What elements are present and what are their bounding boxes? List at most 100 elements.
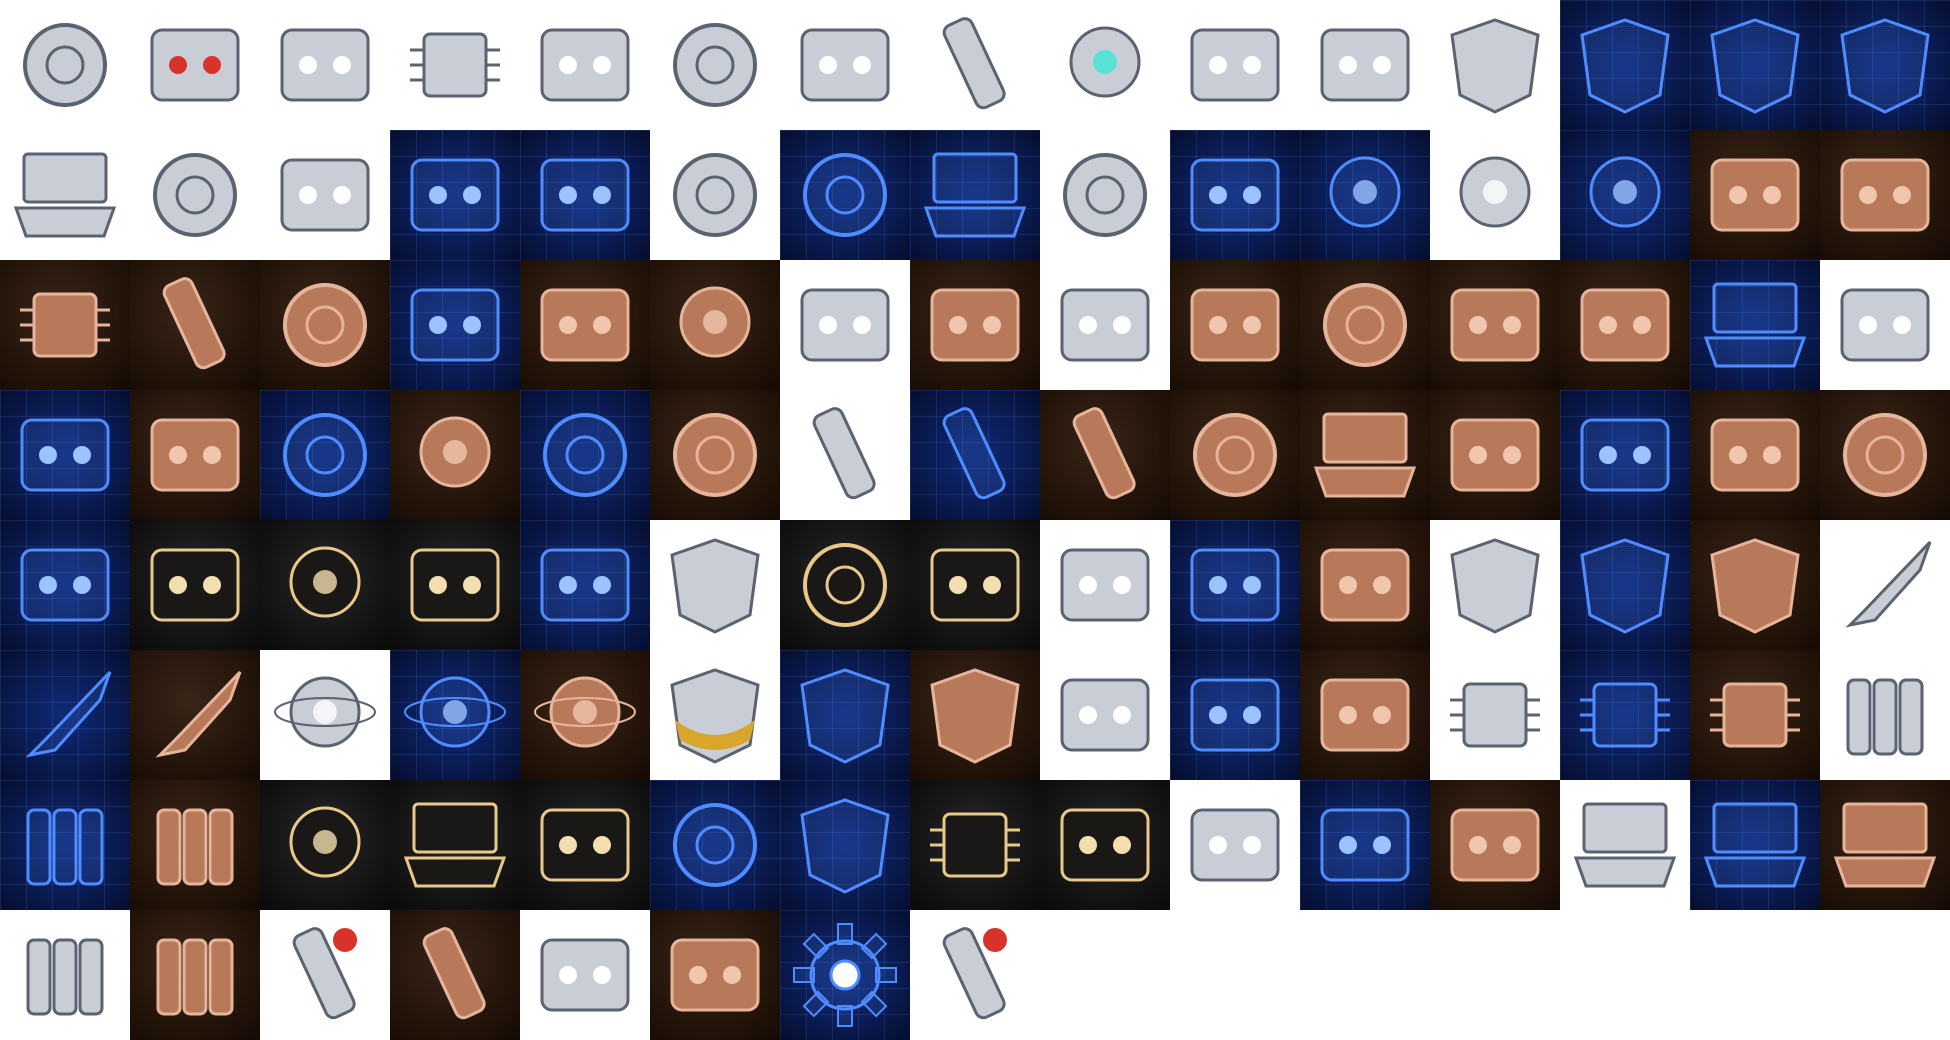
inventory-tile[interactable] [520, 390, 650, 520]
inventory-tile[interactable] [390, 260, 520, 390]
inventory-tile[interactable] [130, 0, 260, 130]
inventory-tile[interactable] [780, 520, 910, 650]
inventory-tile[interactable] [1560, 260, 1690, 390]
inventory-tile[interactable] [1430, 390, 1560, 520]
inventory-tile[interactable] [1690, 780, 1820, 910]
inventory-tile[interactable] [780, 130, 910, 260]
inventory-tile[interactable] [1300, 130, 1430, 260]
inventory-tile[interactable] [1040, 520, 1170, 650]
inventory-tile[interactable] [130, 520, 260, 650]
inventory-tile[interactable] [130, 260, 260, 390]
inventory-tile[interactable] [780, 260, 910, 390]
inventory-tile[interactable] [1170, 390, 1300, 520]
inventory-tile[interactable] [1690, 0, 1820, 130]
inventory-tile[interactable] [1040, 260, 1170, 390]
inventory-tile[interactable] [1690, 130, 1820, 260]
inventory-tile[interactable] [0, 520, 130, 650]
inventory-tile[interactable] [520, 0, 650, 130]
inventory-tile[interactable] [910, 910, 1040, 1040]
inventory-tile[interactable] [1040, 130, 1170, 260]
inventory-tile[interactable] [1820, 520, 1950, 650]
inventory-tile[interactable] [1430, 780, 1560, 910]
inventory-tile[interactable] [260, 130, 390, 260]
inventory-tile[interactable] [910, 0, 1040, 130]
inventory-tile[interactable] [260, 910, 390, 1040]
inventory-tile[interactable] [260, 0, 390, 130]
inventory-tile[interactable] [1560, 130, 1690, 260]
inventory-tile[interactable] [1690, 520, 1820, 650]
inventory-tile[interactable] [650, 260, 780, 390]
inventory-tile[interactable] [1300, 260, 1430, 390]
inventory-tile[interactable] [260, 520, 390, 650]
inventory-tile[interactable] [1690, 260, 1820, 390]
inventory-tile[interactable] [130, 650, 260, 780]
inventory-tile[interactable] [1690, 390, 1820, 520]
inventory-tile[interactable] [1300, 390, 1430, 520]
inventory-tile[interactable] [520, 780, 650, 910]
inventory-tile[interactable] [1300, 0, 1430, 130]
inventory-tile[interactable] [1040, 0, 1170, 130]
inventory-tile[interactable] [260, 780, 390, 910]
inventory-tile[interactable] [130, 390, 260, 520]
inventory-tile[interactable] [1560, 0, 1690, 130]
inventory-tile[interactable] [260, 650, 390, 780]
inventory-tile[interactable] [1820, 780, 1950, 910]
inventory-tile[interactable] [910, 650, 1040, 780]
inventory-tile[interactable] [1430, 0, 1560, 130]
inventory-tile[interactable] [910, 260, 1040, 390]
inventory-tile[interactable] [1820, 0, 1950, 130]
inventory-tile[interactable] [1040, 780, 1170, 910]
inventory-tile[interactable] [1820, 390, 1950, 520]
inventory-tile[interactable] [910, 130, 1040, 260]
inventory-tile[interactable] [1300, 520, 1430, 650]
inventory-tile[interactable] [910, 520, 1040, 650]
inventory-tile[interactable] [520, 910, 650, 1040]
inventory-tile[interactable] [1170, 260, 1300, 390]
inventory-tile[interactable] [1040, 650, 1170, 780]
inventory-tile[interactable] [390, 520, 520, 650]
inventory-tile[interactable] [130, 130, 260, 260]
inventory-tile[interactable] [390, 780, 520, 910]
inventory-tile[interactable] [1430, 650, 1560, 780]
inventory-tile[interactable] [0, 910, 130, 1040]
inventory-tile[interactable] [260, 260, 390, 390]
inventory-tile[interactable] [910, 390, 1040, 520]
inventory-tile[interactable] [0, 650, 130, 780]
inventory-tile[interactable] [780, 910, 910, 1040]
inventory-tile[interactable] [1300, 780, 1430, 910]
inventory-tile[interactable] [650, 130, 780, 260]
inventory-tile[interactable] [780, 0, 910, 130]
inventory-tile[interactable] [1430, 260, 1560, 390]
inventory-tile[interactable] [390, 650, 520, 780]
inventory-tile[interactable] [1430, 130, 1560, 260]
inventory-tile[interactable] [650, 780, 780, 910]
inventory-tile[interactable] [390, 910, 520, 1040]
inventory-tile[interactable] [650, 520, 780, 650]
inventory-tile[interactable] [390, 390, 520, 520]
inventory-tile[interactable] [1170, 780, 1300, 910]
inventory-tile[interactable] [390, 0, 520, 130]
inventory-tile[interactable] [1560, 520, 1690, 650]
inventory-tile[interactable] [650, 910, 780, 1040]
inventory-tile[interactable] [910, 780, 1040, 910]
inventory-tile[interactable] [780, 650, 910, 780]
inventory-tile[interactable] [1300, 650, 1430, 780]
inventory-tile[interactable] [130, 780, 260, 910]
inventory-tile[interactable] [1560, 780, 1690, 910]
inventory-tile[interactable] [0, 260, 130, 390]
inventory-tile[interactable] [0, 130, 130, 260]
inventory-tile[interactable] [260, 390, 390, 520]
inventory-tile[interactable] [1040, 390, 1170, 520]
inventory-tile[interactable] [520, 520, 650, 650]
inventory-tile[interactable] [1170, 130, 1300, 260]
inventory-tile[interactable] [0, 0, 130, 130]
inventory-tile[interactable] [1430, 520, 1560, 650]
inventory-tile[interactable] [0, 390, 130, 520]
inventory-tile[interactable] [780, 390, 910, 520]
inventory-tile[interactable] [650, 650, 780, 780]
inventory-tile[interactable] [390, 130, 520, 260]
inventory-tile[interactable] [520, 260, 650, 390]
inventory-tile[interactable] [1170, 650, 1300, 780]
inventory-tile[interactable] [1170, 0, 1300, 130]
inventory-tile[interactable] [1820, 650, 1950, 780]
